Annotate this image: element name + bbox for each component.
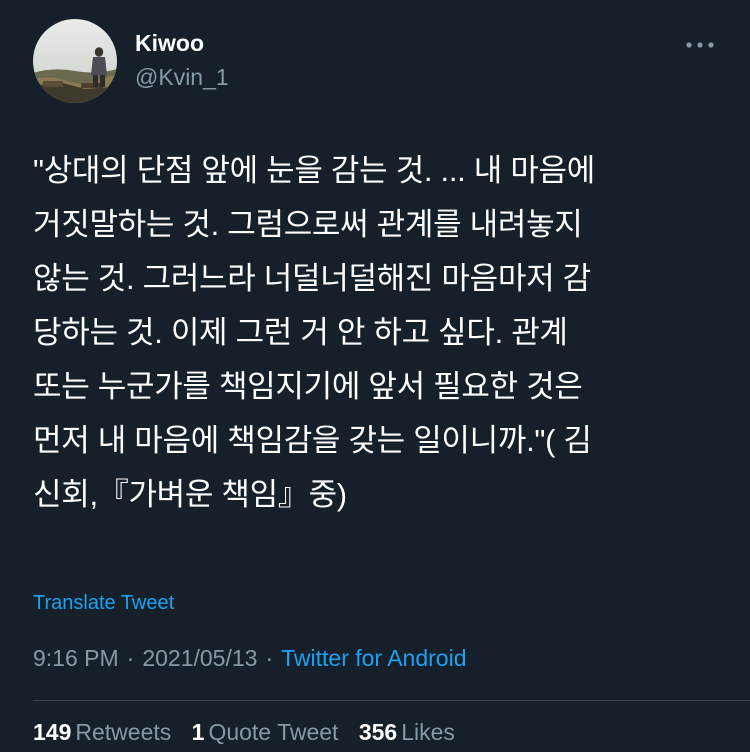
likes-label: Likes xyxy=(401,719,455,745)
retweets-stat[interactable]: 149 Retweets xyxy=(33,719,171,745)
tweet-source-link[interactable]: Twitter for Android xyxy=(281,645,466,671)
more-horizontal-icon xyxy=(686,42,714,48)
tweet-time: 9:16 PM xyxy=(33,645,119,671)
retweets-label: Retweets xyxy=(75,719,172,745)
avatar-photo xyxy=(33,19,117,103)
author-handle[interactable]: @Kvin_1 xyxy=(135,64,229,91)
translate-tweet-link[interactable]: Translate Tweet xyxy=(33,592,174,615)
quote-label: Quote Tweet xyxy=(208,719,339,745)
tweet-meta: 9:16 PM · 2021/05/13 · Twitter for Android xyxy=(33,645,466,672)
meta-separator: · xyxy=(265,645,274,671)
more-options-button[interactable] xyxy=(680,30,720,60)
tweet-stats: 149 Retweets 1 Quote Tweet 356 Likes xyxy=(33,719,469,746)
tweet-date: 2021/05/13 xyxy=(142,645,258,671)
author-display-name[interactable]: Kiwoo xyxy=(135,30,204,57)
retweets-count: 149 xyxy=(33,719,72,745)
likes-count: 356 xyxy=(358,719,398,745)
quote-count: 1 xyxy=(191,719,205,745)
tweet-detail: Kiwoo @Kvin_1 "상대의 단점 앞에 눈을 감는 것. ... 내 … xyxy=(0,0,750,752)
likes-stat[interactable]: 356 Likes xyxy=(359,719,455,745)
quote-tweets-stat[interactable]: 1 Quote Tweet xyxy=(192,719,339,745)
meta-separator: · xyxy=(126,645,135,671)
tweet-text: "상대의 단점 앞에 눈을 감는 것. ... 내 마음에 거짓말하는 것. 그… xyxy=(33,153,595,512)
avatar[interactable] xyxy=(33,19,117,103)
divider xyxy=(33,700,750,701)
